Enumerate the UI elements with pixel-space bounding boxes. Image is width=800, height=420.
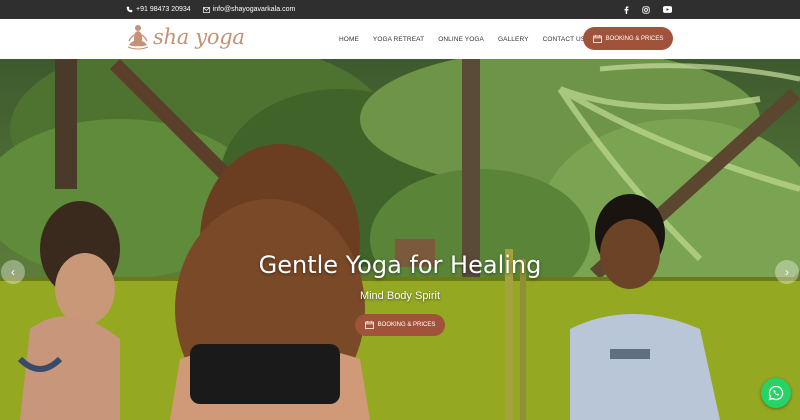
- logo[interactable]: sha yoga: [125, 22, 245, 52]
- social-links: [624, 5, 672, 14]
- booking-button[interactable]: BOOKING & PRICES: [583, 27, 673, 50]
- main-nav: HOME YOGA RETREAT ONLINE YOGA GALLERY CO…: [339, 19, 585, 59]
- mail-icon: [202, 6, 210, 13]
- email-address: info@shayogavarkala.com: [212, 6, 296, 13]
- calendar-icon: [592, 34, 602, 43]
- whatsapp-icon: [768, 385, 784, 401]
- booking-button-label: BOOKING & PRICES: [605, 35, 664, 42]
- phone-icon: [126, 6, 133, 13]
- hero-booking-button[interactable]: BOOKING & PRICES: [355, 314, 445, 336]
- hero-booking-button-label: BOOKING & PRICES: [377, 322, 436, 328]
- contact-info: +91 98473 20934 info@shayogavarkala.com: [126, 6, 295, 13]
- email-link[interactable]: info@shayogavarkala.com: [202, 6, 296, 13]
- calendar-icon: [364, 321, 374, 329]
- hero-background-image: [0, 59, 800, 420]
- hero-subtitle: Mind Body Spirit: [359, 290, 441, 302]
- nav-contact-us[interactable]: CONTACT US: [543, 36, 586, 43]
- nav-yoga-retreat[interactable]: YOGA RETREAT: [373, 36, 424, 43]
- whatsapp-chat-button[interactable]: [761, 378, 791, 408]
- phone-number: +91 98473 20934: [136, 6, 191, 13]
- facebook-icon[interactable]: [624, 5, 629, 14]
- meditating-figure-icon: [127, 25, 149, 50]
- nav-online-yoga[interactable]: ONLINE YOGA: [438, 36, 484, 43]
- hero-slider: ‹ › Gentle Yoga for Healing Mind Body Sp…: [0, 59, 800, 420]
- hero-title: Gentle Yoga for Healing: [258, 251, 542, 279]
- instagram-icon[interactable]: [642, 5, 650, 14]
- nav-gallery[interactable]: GALLERY: [498, 36, 529, 43]
- site-header: sha yoga HOME YOGA RETREAT ONLINE YOGA G…: [0, 19, 800, 59]
- nav-home[interactable]: HOME: [339, 36, 359, 43]
- phone-link[interactable]: +91 98473 20934: [126, 6, 191, 13]
- youtube-icon[interactable]: [663, 6, 672, 13]
- logo-text: sha yoga: [153, 25, 245, 49]
- top-bar: +91 98473 20934 info@shayogavarkala.com: [0, 0, 800, 19]
